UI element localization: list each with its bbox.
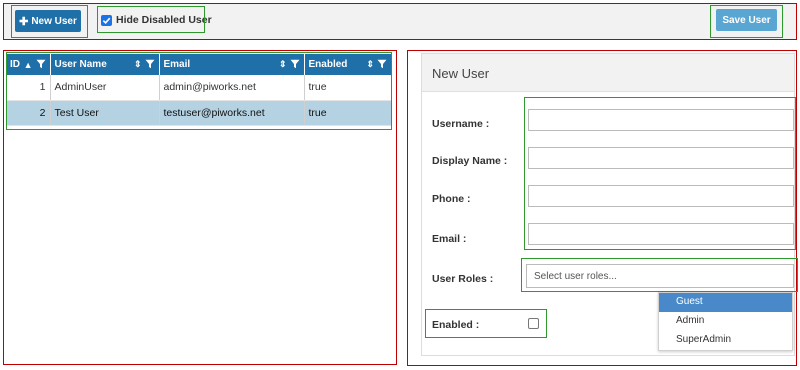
annotation-box [11, 5, 88, 38]
display-name-label: Display Name : [432, 155, 508, 167]
roles-dropdown: Guest Admin SuperAdmin [658, 292, 793, 351]
annotation-box [6, 52, 392, 130]
role-option-admin[interactable]: Admin [659, 312, 792, 331]
phone-label: Phone : [432, 193, 471, 205]
annotation-box [710, 5, 783, 38]
username-label: Username : [432, 118, 490, 130]
form-title: New User [422, 54, 794, 92]
user-roles-label: User Roles : [432, 273, 494, 285]
role-option-superadmin[interactable]: SuperAdmin [659, 331, 792, 350]
role-option-guest[interactable]: Guest [659, 293, 792, 312]
annotation-box [97, 6, 205, 33]
annotation-box [521, 258, 798, 292]
annotation-box [524, 97, 796, 250]
annotation-box [425, 309, 547, 338]
email-label: Email : [432, 233, 467, 245]
